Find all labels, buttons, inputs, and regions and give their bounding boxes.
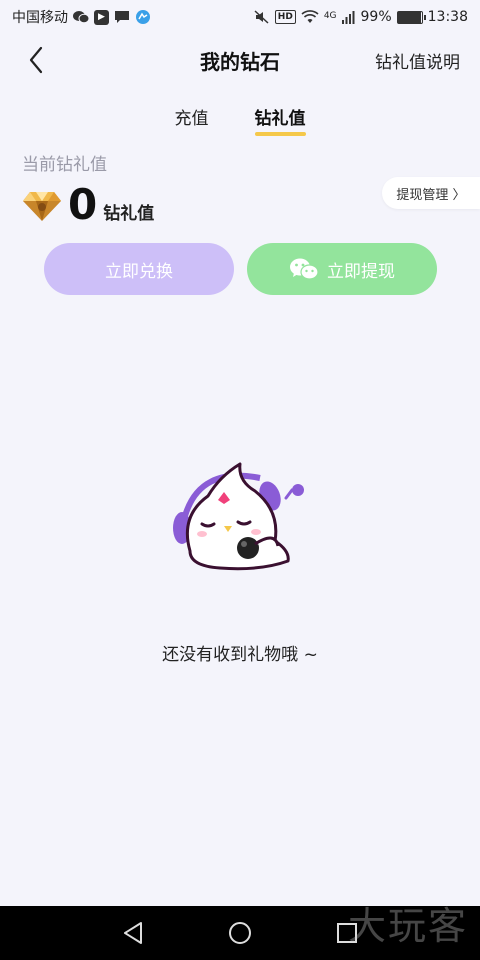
- clock: 13:38: [427, 9, 468, 25]
- battery-percent: 99%: [360, 9, 392, 25]
- wechat-icon: [290, 258, 319, 280]
- back-button[interactable]: [18, 42, 54, 78]
- app-notification-icon: ▶: [94, 9, 109, 25]
- system-navigation-bar: 大玩客: [0, 904, 480, 960]
- diamond-icon: [23, 192, 61, 221]
- wechat-notification-icon: [73, 10, 89, 24]
- status-left: 中国移动 ▶: [12, 7, 151, 27]
- exchange-button-label: 立即兑换: [105, 261, 173, 282]
- tab-diamond-value[interactable]: 钻礼值: [254, 100, 306, 136]
- withdraw-button[interactable]: 立即提现: [247, 243, 437, 295]
- hd-badge: HD: [274, 10, 296, 24]
- current-balance-label: 当前钻礼值: [22, 155, 107, 175]
- wifi-icon: [301, 10, 319, 24]
- system-back-button[interactable]: [113, 913, 153, 953]
- app-notification-icon-2: [135, 9, 151, 25]
- message-notification-icon: [114, 10, 130, 24]
- tab-recharge[interactable]: 充值: [175, 100, 209, 136]
- exchange-button[interactable]: 立即兑换: [44, 243, 234, 295]
- empty-state-message: 还没有收到礼物哦 ~: [162, 645, 318, 665]
- network-type: 4G: [323, 11, 337, 21]
- tab-bar: 充值 钻礼值: [0, 100, 480, 136]
- system-home-button[interactable]: [220, 913, 260, 953]
- signal-icon: [341, 10, 356, 24]
- balance-row: 0 钻礼值: [22, 184, 154, 226]
- triangle-back-icon: [124, 922, 143, 944]
- withdraw-button-label: 立即提现: [327, 261, 395, 282]
- chevron-left-icon: [29, 46, 43, 74]
- status-bar: 中国移动 ▶ HD 4G 99% 13:38: [0, 0, 480, 34]
- navigation-bar: 我的钻石 钻礼值说明: [0, 34, 480, 86]
- mute-icon: [254, 10, 270, 24]
- square-recents-icon: [336, 923, 357, 943]
- circle-home-icon: [228, 922, 251, 944]
- system-recents-button[interactable]: [327, 913, 367, 953]
- balance-unit: 钻礼值: [103, 204, 155, 224]
- empty-state-mascot-illustration: [173, 462, 304, 571]
- carrier-label: 中国移动: [12, 10, 68, 26]
- status-right: HD 4G 99% 13:38: [254, 9, 468, 25]
- withdraw-management-link[interactable]: 提现管理 〉: [382, 177, 480, 209]
- balance-value: 0: [68, 180, 98, 229]
- diamond-value-help-link[interactable]: 钻礼值说明: [375, 48, 460, 73]
- battery-icon: [396, 10, 426, 24]
